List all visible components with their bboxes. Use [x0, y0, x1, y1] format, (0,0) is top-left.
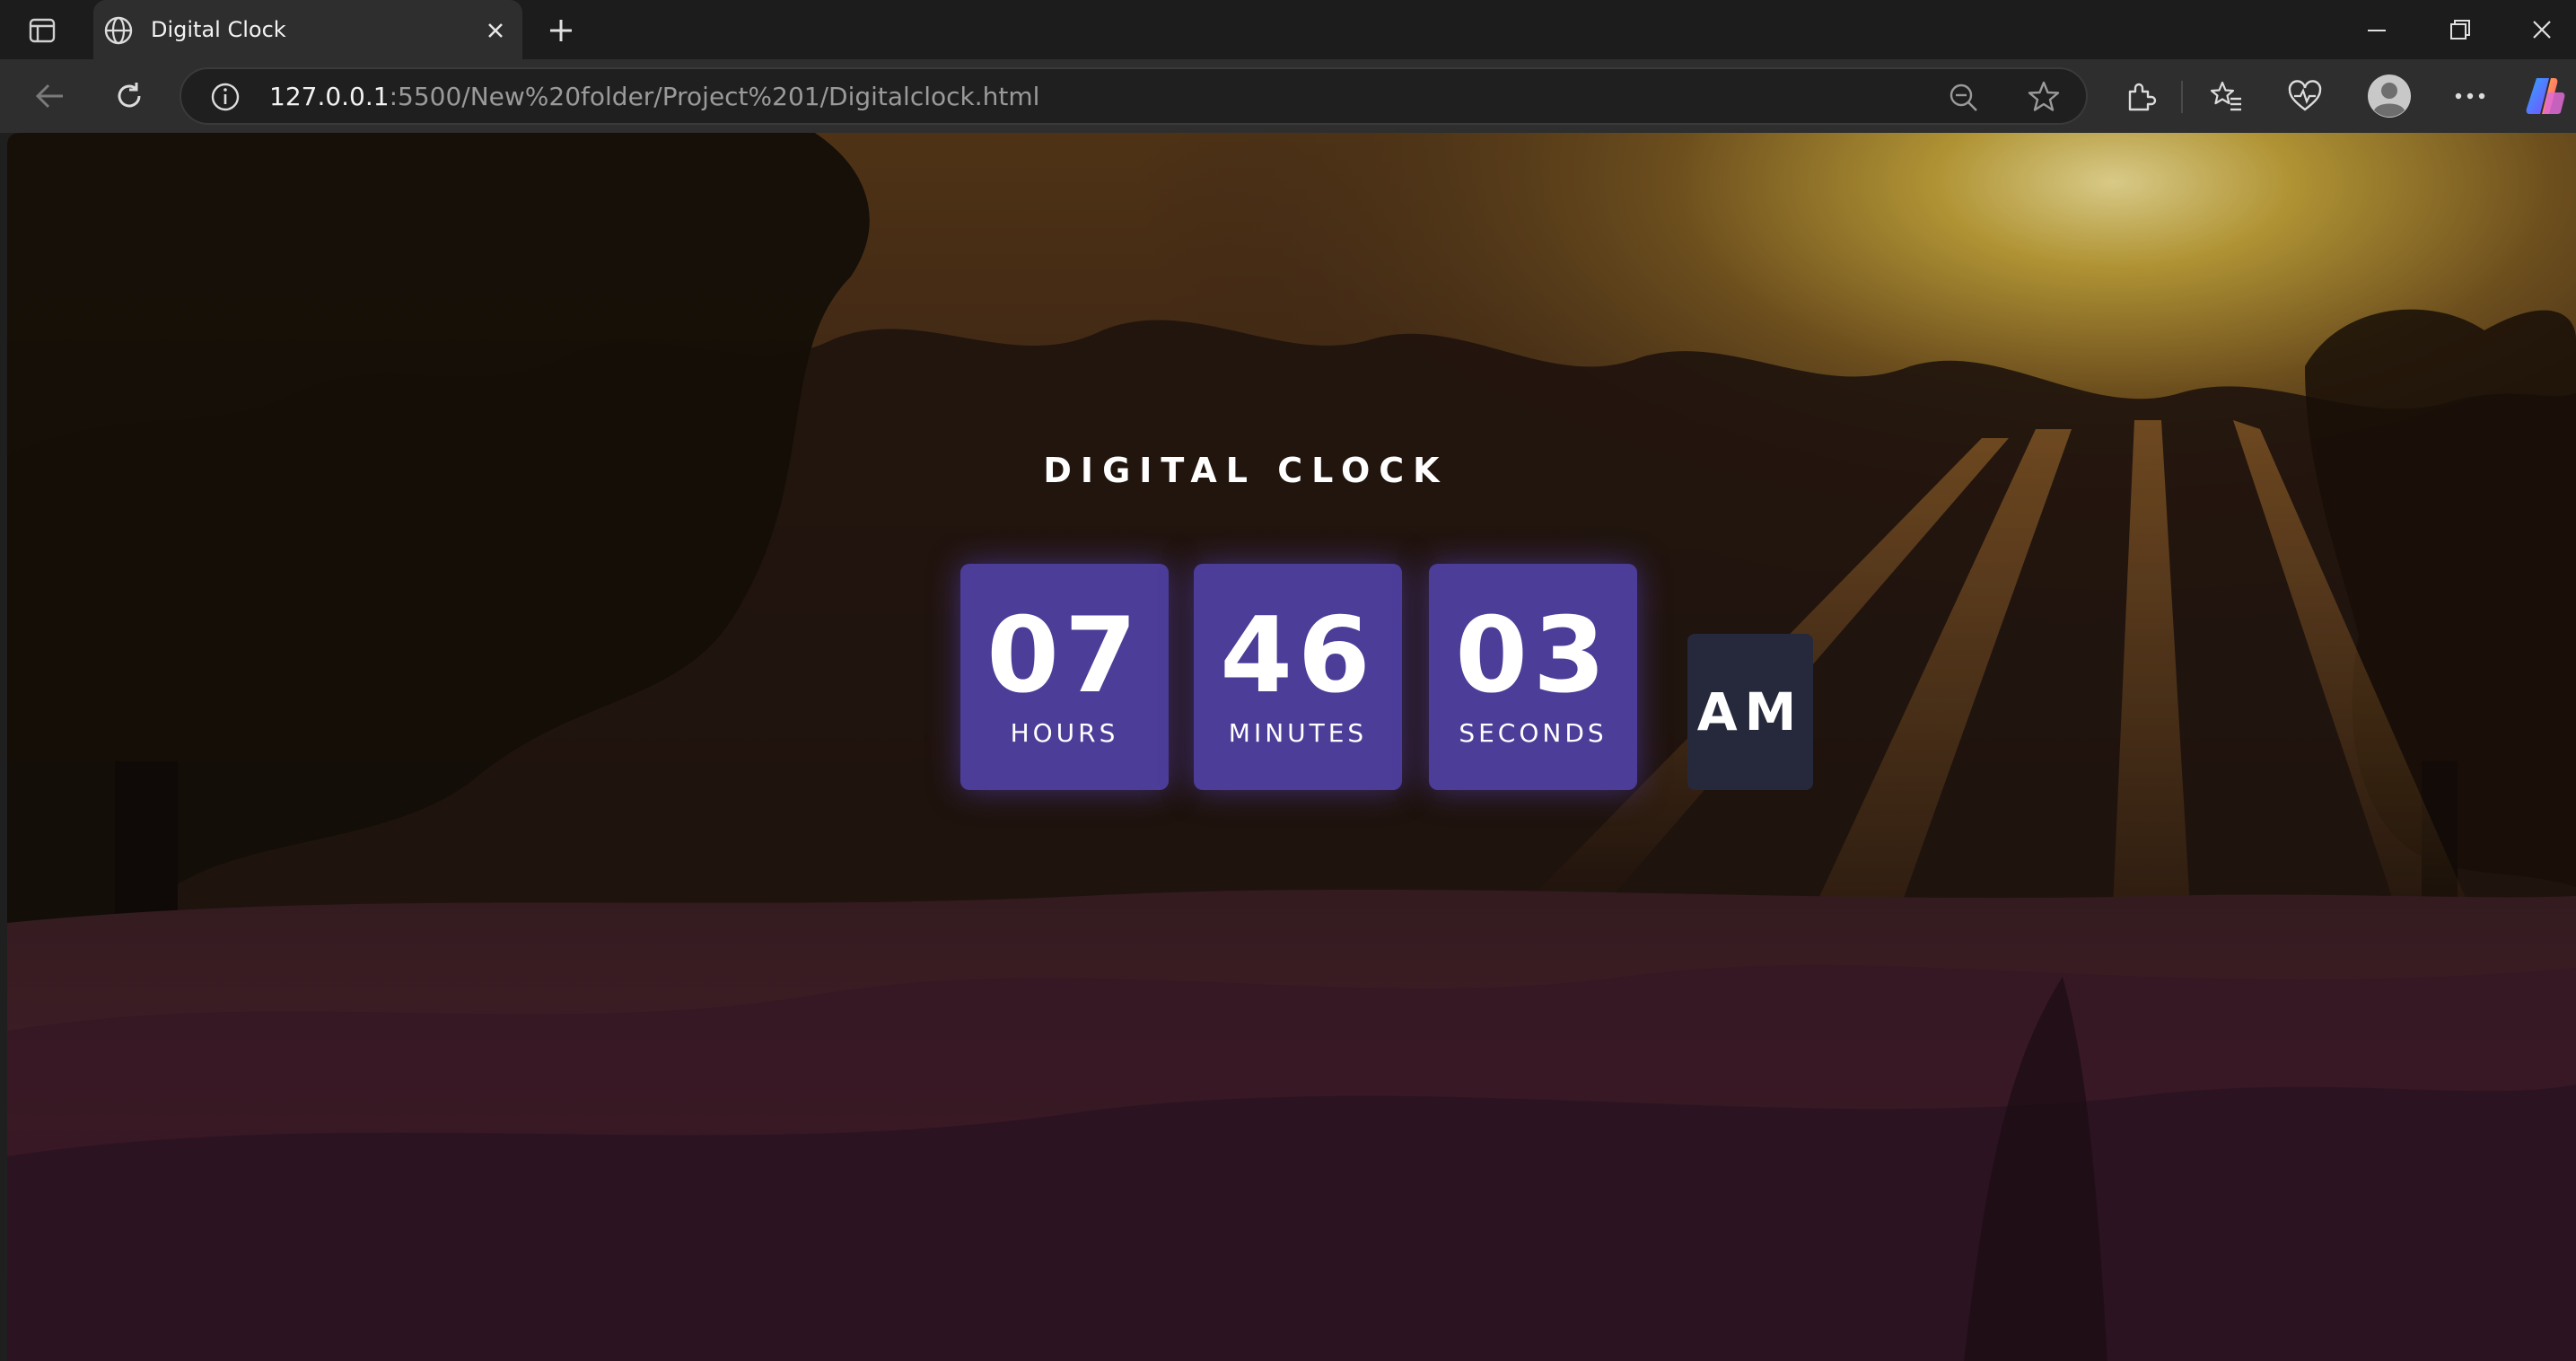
globe-icon: [104, 16, 133, 45]
back-arrow-icon[interactable]: [29, 75, 72, 118]
browser-toolbar: 127.0.0.1:5500/New%20folder/Project%201/…: [0, 59, 2576, 133]
reload-icon[interactable]: [108, 75, 151, 118]
seconds-card: 03 SECONDS: [1429, 564, 1637, 790]
hours-value: 07: [986, 595, 1143, 716]
close-tab-icon[interactable]: [481, 16, 510, 45]
seconds-value: 03: [1455, 595, 1611, 716]
page-title: DIGITAL CLOCK: [1043, 451, 1449, 490]
toolbar-divider: [2181, 81, 2183, 113]
minutes-value: 46: [1220, 595, 1376, 716]
tab-strip: Digital Clock: [0, 0, 2576, 59]
url-path: :5500/New%20folder/Project%201/Digitalcl…: [389, 82, 1040, 111]
hours-card: 07 HOURS: [960, 564, 1169, 790]
minimize-icon[interactable]: [2352, 11, 2402, 50]
tab-title: Digital Clock: [151, 17, 286, 42]
more-options-icon[interactable]: [2449, 75, 2492, 118]
window-close-icon[interactable]: [2517, 11, 2567, 50]
minutes-label: MINUTES: [1228, 718, 1368, 748]
restore-icon[interactable]: [2434, 11, 2484, 50]
seconds-label: SECONDS: [1459, 718, 1608, 748]
star-icon[interactable]: [2025, 78, 2063, 116]
site-info-icon[interactable]: [206, 78, 244, 116]
tab-actions-icon[interactable]: [22, 13, 63, 48]
address-bar[interactable]: 127.0.0.1:5500/New%20folder/Project%201/…: [180, 67, 2088, 125]
extensions-icon[interactable]: [2118, 75, 2161, 118]
minutes-card: 46 MINUTES: [1194, 564, 1402, 790]
copilot-icon[interactable]: [2522, 73, 2569, 119]
browser-tab[interactable]: Digital Clock: [93, 0, 522, 59]
new-tab-icon[interactable]: [542, 13, 580, 48]
browser-essentials-icon[interactable]: [2283, 75, 2326, 118]
zoom-out-icon[interactable]: [1946, 80, 1982, 116]
period-card: AM: [1687, 634, 1813, 790]
hours-label: HOURS: [1010, 718, 1119, 748]
url-text[interactable]: 127.0.0.1:5500/New%20folder/Project%201/…: [269, 82, 1039, 112]
profile-avatar-icon[interactable]: [2366, 73, 2413, 119]
url-host: 127.0.0.1: [269, 82, 390, 111]
favorites-icon[interactable]: [2204, 75, 2247, 118]
